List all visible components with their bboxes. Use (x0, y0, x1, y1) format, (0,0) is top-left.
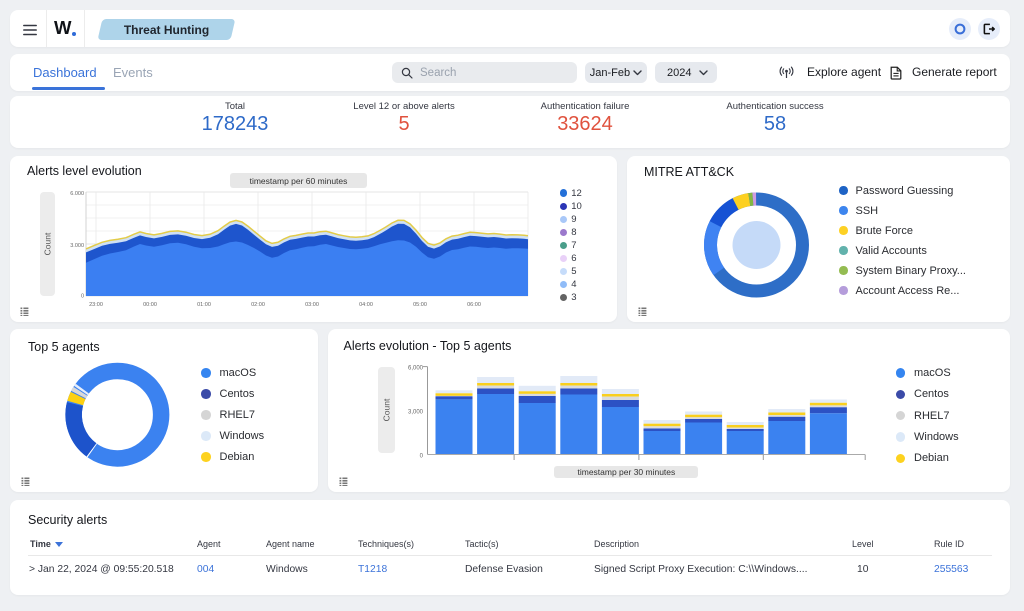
svg-text:04:00: 04:00 (359, 302, 373, 308)
svg-text:00:00: 00:00 (143, 302, 157, 308)
svg-text:01:00: 01:00 (197, 302, 211, 308)
svg-text:6.000: 6.000 (70, 191, 84, 197)
svg-text:03:00: 03:00 (305, 302, 319, 308)
svg-text:05:00: 05:00 (413, 302, 427, 308)
svg-text:23:00: 23:00 (89, 302, 103, 308)
svg-text:6,000: 6,000 (407, 366, 423, 372)
svg-text:0: 0 (419, 454, 423, 460)
svg-text:3,000: 3,000 (407, 410, 423, 416)
svg-text:02:00: 02:00 (251, 302, 265, 308)
svg-text:06:00: 06:00 (467, 302, 481, 308)
svg-text:0: 0 (81, 294, 84, 300)
svg-text:3.000: 3.000 (70, 243, 84, 249)
